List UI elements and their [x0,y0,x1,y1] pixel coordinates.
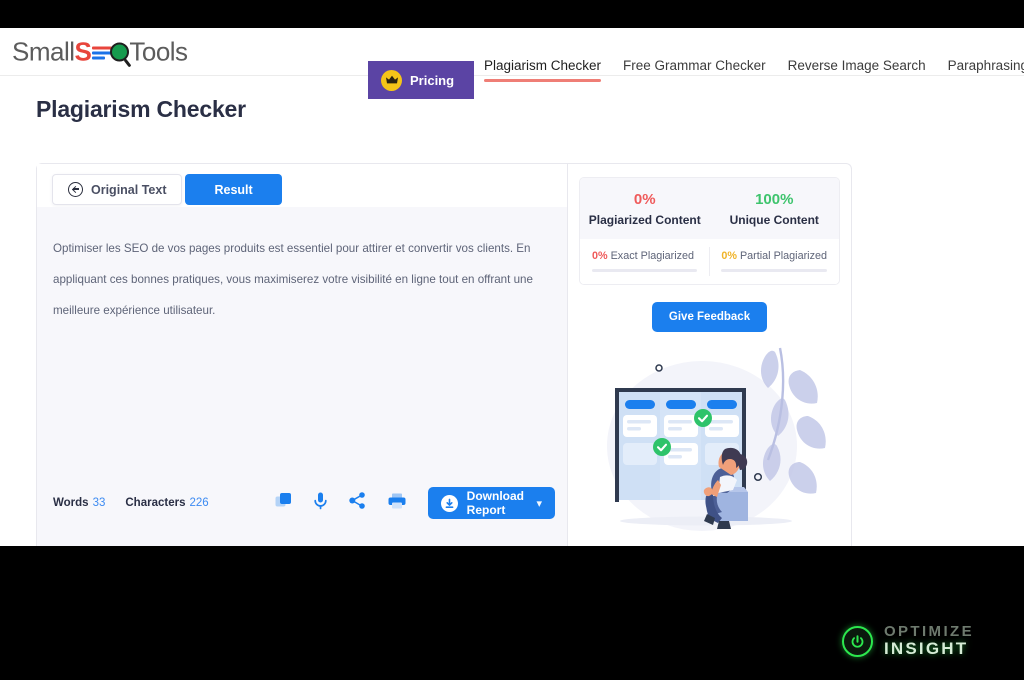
kanban-board-illustration [579,344,840,544]
give-feedback-button[interactable]: Give Feedback [651,302,768,332]
tab-result[interactable]: Result [185,174,282,205]
partial-plagiarized-bar [721,269,827,272]
stat-partial-plagiarized: 0% Partial Plagiarized [709,239,839,284]
browser-page: Small S Tools Pricing Plagiarism Checker F… [0,28,1024,546]
plagiarized-label: Plagiarized Content [588,213,701,227]
result-panel: 0% Plagiarized Content 100% Unique Conte… [568,164,851,546]
site-logo[interactable]: Small S Tools [12,36,188,67]
unique-label: Unique Content [729,213,819,227]
word-count: Words 33 [53,497,105,509]
print-icon[interactable] [388,493,406,514]
chevron-down-icon: ▾ [536,497,542,510]
share-icon[interactable] [348,492,366,514]
nav-item-reverse-image-search[interactable]: Reverse Image Search [788,58,926,82]
watermark: OPTIMIZE INSIGHT [841,624,974,658]
download-report-label: Download Report [466,489,524,517]
exact-plagiarized-bar [592,269,698,272]
editor-footer: Words 33 Characters 226 Download Report … [37,486,567,520]
tab-original-text-label: Original Text [91,182,167,197]
editor-text-content: Optimiser les SEO de vos pages produits … [53,242,533,317]
main-navigation: Plagiarism Checker Free Grammar Checker … [484,58,1024,82]
pricing-button[interactable]: Pricing [368,61,474,99]
exact-plagiarized-label: Exact Plagiarized [610,250,695,262]
plagiarized-percent: 0% [633,191,656,208]
character-count-value: 226 [189,497,209,509]
stats-secondary-row: 0% Exact Plagiarized 0% Partial Plagiari… [580,239,839,284]
exact-plagiarized-percent: 0% [592,250,608,262]
crown-icon [381,69,402,91]
magnifier-icon [110,42,130,61]
tab-original-text[interactable]: Original Text [52,174,183,205]
character-count: Characters 226 [125,497,208,509]
main-panel: Original Text Result Optimiser les SEO d… [36,163,852,546]
stat-exact-plagiarized: 0% Exact Plagiarized [580,239,709,284]
download-circle-icon [440,494,458,512]
editor-tabs: Original Text Result [37,164,567,207]
editor-panel: Original Text Result Optimiser les SEO d… [37,164,568,546]
editor-tool-icons [275,492,406,515]
unique-percent: 100% [755,191,794,208]
nav-item-paraphrasing-tool[interactable]: Paraphrasing To [948,58,1024,82]
copy-icon[interactable] [275,492,292,514]
page-title: Plagiarism Checker [36,96,246,122]
partial-plagiarized-percent: 0% [721,250,737,262]
partial-plagiarized-label: Partial Plagiarized [739,250,827,262]
word-count-value: 33 [92,497,106,509]
pricing-label: Pricing [410,72,455,88]
logo-text-tools: Tools [129,36,188,66]
power-icon [841,625,873,657]
logo-text-small: Small [12,36,75,66]
nav-item-plagiarism-checker[interactable]: Plagiarism Checker [484,58,602,82]
logo-letter-s: S [74,36,92,66]
microphone-icon[interactable] [314,492,327,515]
download-report-button[interactable]: Download Report ▾ [427,487,555,519]
feedback-area: Give Feedback [579,302,840,332]
watermark-line-1: OPTIMIZE [883,623,974,641]
logo-bars-icon [92,44,113,59]
word-count-label: Words [53,497,89,509]
stat-unique-content: 100% Unique Content [710,191,840,227]
stat-plagiarized-content: 0% Plagiarized Content [580,191,710,227]
watermark-text: OPTIMIZE INSIGHT [884,624,974,658]
stats-primary-row: 0% Plagiarized Content 100% Unique Conte… [580,178,839,239]
watermark-line-2: INSIGHT [883,639,969,659]
partial-plagiarized-line: 0% Partial Plagiarized [721,250,827,262]
nav-item-free-grammar-checker[interactable]: Free Grammar Checker [623,58,766,82]
character-count-label: Characters [125,497,186,509]
screenshot-root: Small S Tools Pricing Plagiarism Checker F… [0,0,1024,680]
stats-card: 0% Plagiarized Content 100% Unique Conte… [579,177,840,285]
exact-plagiarized-line: 0% Exact Plagiarized [592,250,697,262]
site-header: Small S Tools Pricing Plagiarism Checker F… [0,28,1024,99]
back-arrow-circle-icon [68,182,83,197]
